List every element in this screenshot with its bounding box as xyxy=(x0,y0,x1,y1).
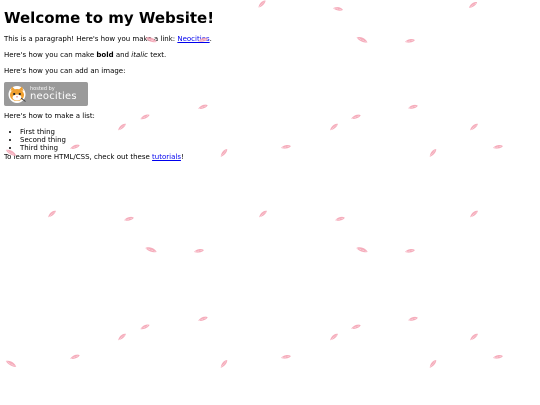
paragraph-format: Here's how you can make bold and italic … xyxy=(4,51,534,60)
petal-icon xyxy=(198,316,208,321)
page-title: Welcome to my Website! xyxy=(4,9,215,27)
format-text-after: text. xyxy=(147,51,167,59)
petal-icon xyxy=(468,1,478,8)
bulleted-list: First thing Second thing Third thing xyxy=(4,128,534,152)
petal-icon xyxy=(408,316,418,321)
petal-icon xyxy=(48,210,56,218)
footer-text: To learn more HTML/CSS, check out these xyxy=(4,153,153,161)
petal-icon xyxy=(220,360,228,368)
page-content: Welcome to my Website! This is a paragra… xyxy=(4,9,534,169)
badge-text: hosted by neocities xyxy=(30,85,77,102)
petal-icon xyxy=(470,210,478,218)
petal-icon xyxy=(356,247,368,253)
petal-icon xyxy=(405,248,415,253)
list-intro: Here's how to make a list: xyxy=(4,112,95,120)
petal-icon xyxy=(140,324,150,330)
format-text-before: Here's how you can make xyxy=(4,51,97,59)
badge-hosted-label: hosted by xyxy=(30,85,55,92)
petal-icon xyxy=(124,216,134,221)
list-item: Second thing xyxy=(20,136,534,144)
badge-brand-label: neocities xyxy=(30,90,77,102)
list-item: Third thing xyxy=(20,144,534,152)
paragraph-link-text: This is a paragraph! Here's how you make… xyxy=(4,35,178,43)
paragraph-link-after: . xyxy=(209,35,212,43)
list-item: First thing xyxy=(20,128,534,136)
petal-icon xyxy=(5,360,17,368)
petal-icon xyxy=(259,210,267,218)
petal-icon xyxy=(351,324,361,329)
neocities-link[interactable]: Neocities xyxy=(177,35,209,43)
bold-text: bold xyxy=(96,51,114,59)
petal-icon xyxy=(493,354,503,359)
petal-icon xyxy=(194,248,204,253)
paragraph-image: Here's how you can add an image: xyxy=(4,67,126,75)
petal-icon xyxy=(118,333,126,341)
petal-icon xyxy=(281,354,291,359)
format-text-middle: and xyxy=(113,51,132,59)
paragraph-link: This is a paragraph! Here's how you make… xyxy=(4,35,534,44)
tutorials-link[interactable]: tutorials xyxy=(152,153,181,161)
footer-paragraph: To learn more HTML/CSS, check out these … xyxy=(4,153,534,162)
footer-text-after: ! xyxy=(180,153,184,161)
petal-icon xyxy=(429,360,437,368)
petal-icon xyxy=(258,0,266,8)
italic-text: italic xyxy=(131,51,148,59)
petal-icon xyxy=(145,247,157,253)
petal-icon xyxy=(70,354,80,359)
petal-icon xyxy=(330,333,338,341)
petal-icon xyxy=(335,216,345,221)
neocities-cat-icon xyxy=(8,86,26,103)
petal-icon xyxy=(470,333,478,341)
hosted-by-neocities-badge[interactable]: hosted by neocities xyxy=(4,82,88,106)
